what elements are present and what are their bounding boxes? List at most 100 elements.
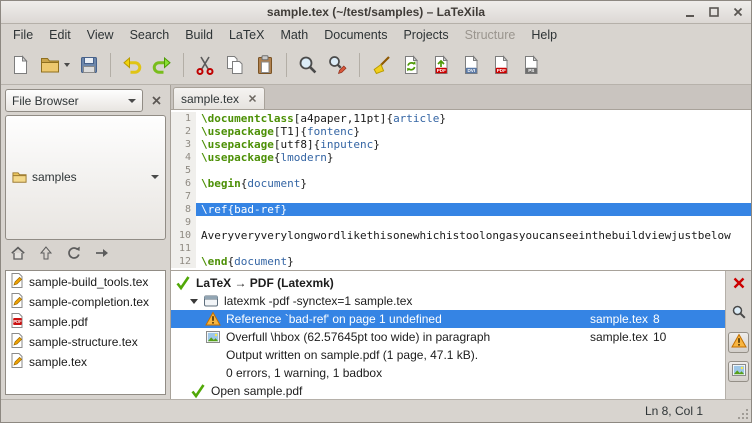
build-row[interactable]: LaTeX → PDF (Latexmk) (171, 274, 725, 292)
build-pdflatex-button[interactable]: PDF (427, 51, 455, 79)
close-button[interactable] (730, 5, 745, 19)
view-dvi-icon: DVI (460, 54, 482, 76)
menu-item-search[interactable]: Search (122, 26, 178, 44)
editor-line[interactable]: 7 (171, 190, 751, 203)
check-icon (175, 275, 191, 291)
editor-line[interactable]: 12\end{document} (171, 255, 751, 268)
cut-button[interactable] (191, 51, 219, 79)
editor-line[interactable]: 5 (171, 164, 751, 177)
code-line[interactable]: \ref{bad-ref} (196, 203, 751, 216)
editor-line[interactable]: 9 (171, 216, 751, 229)
build-row[interactable]: Overfull \hbox (62.57645pt too wide) in … (171, 328, 725, 346)
directory-selector[interactable]: samples (5, 115, 166, 240)
file-item[interactable]: sample-build_tools.tex (6, 272, 165, 292)
menu-item-projects[interactable]: Projects (395, 26, 456, 44)
show-details-button[interactable] (728, 303, 749, 324)
menu-item-math[interactable]: Math (272, 26, 316, 44)
code-line[interactable] (196, 190, 751, 203)
editor[interactable]: 1\documentclass[a4paper,11pt]{article}2\… (171, 110, 751, 270)
menu-item-structure[interactable]: Structure (457, 26, 524, 44)
menu-item-file[interactable]: File (5, 26, 41, 44)
file-tex-icon (9, 292, 25, 311)
build-row[interactable]: Output written on sample.pdf (1 page, 47… (171, 346, 725, 364)
build-row-text: Output written on sample.pdf (1 page, 47… (226, 348, 725, 362)
goto-active-button[interactable] (89, 244, 115, 266)
chevron-down-icon (128, 99, 136, 103)
warning-icon (205, 311, 221, 327)
side-panel-selector[interactable]: File Browser (5, 89, 143, 112)
code-line[interactable]: \end{document} (196, 255, 751, 268)
view-ps-button[interactable]: PS (517, 51, 545, 79)
file-item[interactable]: sample-completion.tex (6, 292, 165, 312)
editor-line[interactable]: 4\usepackage{lmodern} (171, 151, 751, 164)
editor-line[interactable]: 8\ref{bad-ref} (171, 203, 751, 216)
clean-button[interactable] (367, 51, 395, 79)
editor-line[interactable]: 2\usepackage[T1]{fontenc} (171, 125, 751, 138)
menu-item-help[interactable]: Help (523, 26, 565, 44)
code-line[interactable]: \documentclass[a4paper,11pt]{article} (196, 112, 751, 125)
main-area: sample.tex 1\documentclass[a4paper,11pt]… (171, 85, 751, 399)
save-button[interactable] (75, 51, 103, 79)
undo-button[interactable] (118, 51, 146, 79)
file-item[interactable]: sample-structure.tex (6, 332, 165, 352)
menu-item-edit[interactable]: Edit (41, 26, 79, 44)
tab-close-icon[interactable] (248, 94, 257, 103)
copy-button[interactable] (221, 51, 249, 79)
menu-item-documents[interactable]: Documents (316, 26, 395, 44)
home-icon (10, 245, 26, 264)
code-line[interactable] (196, 216, 751, 229)
open-document-button[interactable] (36, 51, 73, 79)
build-row[interactable]: latexmk -pdf -synctex=1 sample.tex (171, 292, 725, 310)
menu-item-build[interactable]: Build (177, 26, 221, 44)
code-line[interactable]: \begin{document} (196, 177, 751, 190)
parent-dir-button[interactable] (33, 244, 59, 266)
search-replace-button[interactable] (324, 51, 352, 79)
search-button[interactable] (294, 51, 322, 79)
expander-icon[interactable] (190, 299, 198, 304)
build-latexmk-button[interactable] (397, 51, 425, 79)
code-line[interactable] (196, 242, 751, 255)
menu-item-latex[interactable]: LaTeX (221, 26, 272, 44)
new-document-button[interactable] (6, 51, 34, 79)
file-name: sample.tex (29, 355, 87, 369)
editor-line[interactable]: 1\documentclass[a4paper,11pt]{article} (171, 112, 751, 125)
code-line[interactable]: \usepackage{lmodern} (196, 151, 751, 164)
paste-button[interactable] (251, 51, 279, 79)
build-row[interactable]: 0 errors, 1 warning, 1 badbox (171, 364, 725, 382)
code-line[interactable]: \usepackage[utf8]{inputenc} (196, 138, 751, 151)
cursor-position: Ln 8, Col 1 (645, 404, 703, 418)
home-button[interactable] (5, 244, 31, 266)
file-pdf-icon: PDF (9, 312, 25, 331)
code-line[interactable]: Averyveryverylongwordlikethisonewhichist… (196, 229, 751, 242)
menu-item-view[interactable]: View (79, 26, 122, 44)
build-row[interactable]: Open sample.pdf (171, 382, 725, 399)
editor-line[interactable]: 6\begin{document} (171, 177, 751, 190)
build-row-text: 0 errors, 1 warning, 1 badbox (226, 366, 725, 380)
cut-icon (194, 54, 216, 76)
toolbar-separator (286, 53, 287, 77)
minimize-button[interactable] (682, 5, 697, 19)
refresh-button[interactable] (61, 244, 87, 266)
file-item[interactable]: sample.tex (6, 352, 165, 372)
resize-grip[interactable] (737, 408, 749, 420)
line-number: 5 (171, 164, 196, 177)
file-item[interactable]: PDFsample.pdf (6, 312, 165, 332)
code-line[interactable]: \usepackage[T1]{fontenc} (196, 125, 751, 138)
tab-sample-tex[interactable]: sample.tex (173, 87, 265, 109)
show-badboxes-button[interactable] (728, 361, 749, 382)
redo-button[interactable] (148, 51, 176, 79)
line-number: 9 (171, 216, 196, 229)
show-warnings-button[interactable] (728, 332, 749, 353)
dropdown-arrow-icon[interactable] (64, 63, 70, 67)
maximize-button[interactable] (706, 5, 721, 19)
close-build-view-button[interactable] (728, 274, 749, 295)
code-line[interactable] (196, 164, 751, 177)
view-dvi-button[interactable]: DVI (457, 51, 485, 79)
editor-line[interactable]: 3\usepackage[utf8]{inputenc} (171, 138, 751, 151)
side-panel-close-button[interactable] (146, 91, 166, 111)
editor-line[interactable]: 11 (171, 242, 751, 255)
editor-line[interactable]: 10Averyveryverylongwordlikethisonewhichi… (171, 229, 751, 242)
view-pdf-button[interactable]: PDF (487, 51, 515, 79)
view-pdf-icon: PDF (490, 54, 512, 76)
build-row[interactable]: Reference `bad-ref' on page 1 undefineds… (171, 310, 725, 328)
